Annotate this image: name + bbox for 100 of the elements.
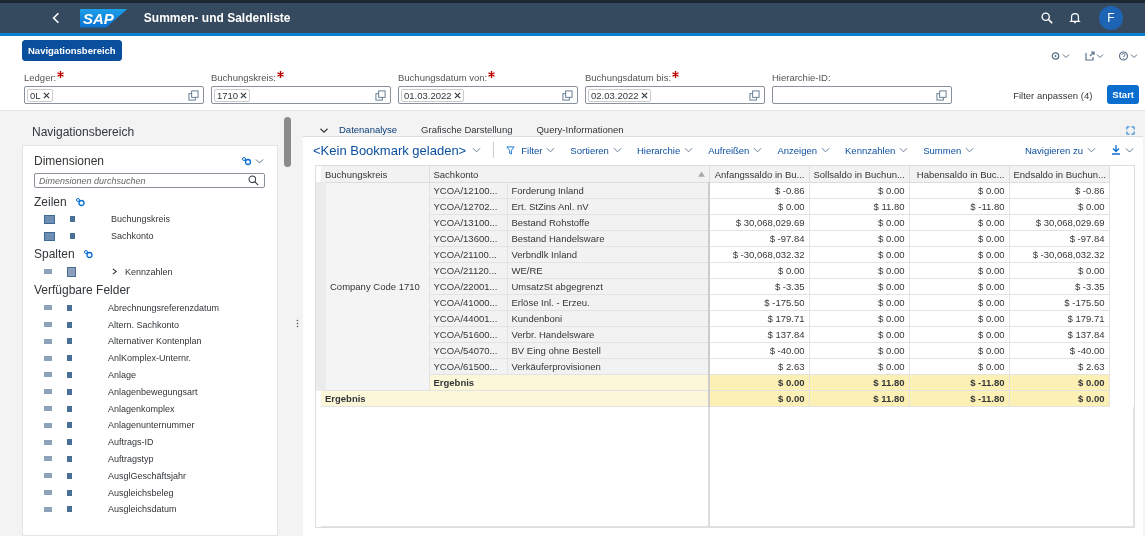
rows-icon[interactable] [44, 305, 52, 311]
expand-icon[interactable] [111, 268, 118, 276]
rows-icon[interactable] [44, 214, 55, 224]
input-field[interactable] [772, 86, 952, 104]
column-header[interactable]: Endsaldo in Buchun... [1009, 166, 1109, 183]
back-icon[interactable] [52, 12, 60, 24]
menu-button[interactable]: Navigieren zu [1024, 144, 1096, 156]
rows-icon[interactable] [44, 456, 52, 462]
rows-icon[interactable] [44, 439, 52, 445]
columns-icon[interactable] [67, 355, 72, 362]
field-item[interactable]: Abrechnungsreferenzdatum [108, 302, 220, 313]
field-item[interactable]: Auftrags-ID [108, 437, 154, 448]
column-header[interactable]: Habensaldo in Buc... [909, 166, 1009, 183]
settings-icon[interactable] [241, 156, 265, 166]
rows-icon[interactable] [44, 338, 52, 344]
value-help-icon[interactable] [188, 89, 199, 101]
rows-icon[interactable] [44, 473, 52, 479]
column-header[interactable]: Sachkonto [433, 168, 479, 180]
columns-icon[interactable] [67, 455, 72, 462]
column-header[interactable]: Sollsaldo in Buchun... [809, 166, 909, 183]
columns-icon[interactable] [67, 439, 72, 446]
field-item[interactable]: AnlKomplex-Unternr. [108, 353, 192, 364]
value-help-icon[interactable] [375, 89, 386, 101]
columns-icon[interactable] [70, 233, 75, 240]
menu-button[interactable]: Sortieren [570, 144, 622, 156]
columns-icon[interactable] [67, 321, 72, 328]
columns-icon[interactable] [67, 506, 72, 513]
input-field[interactable]: 0L [24, 86, 204, 104]
adapt-filters-link[interactable]: Filter anpassen (4) [1013, 90, 1093, 101]
rows-icon[interactable] [44, 355, 52, 361]
share-icon[interactable] [1085, 50, 1105, 61]
settings-icon[interactable] [82, 249, 93, 260]
field-item[interactable]: Anlagenunternummer [108, 420, 195, 431]
value-help-icon[interactable] [749, 89, 760, 101]
value-help-icon[interactable] [562, 89, 573, 101]
rows-icon[interactable] [44, 389, 52, 395]
bookmark-selector[interactable]: <Kein Bookmark geladen> [313, 142, 467, 158]
rows-icon[interactable] [44, 506, 52, 512]
collapse-icon[interactable] [319, 126, 329, 134]
token[interactable]: 0L [27, 88, 53, 102]
columns-icon[interactable] [67, 338, 72, 345]
columns-icon[interactable] [67, 388, 72, 395]
settings-icon[interactable] [1051, 50, 1071, 61]
field-item[interactable]: Kennzahlen [125, 267, 173, 277]
field-item[interactable]: Anlagenbewegungsart [108, 386, 198, 397]
value-help-icon[interactable] [936, 89, 947, 101]
rows-icon[interactable] [44, 372, 52, 378]
field-item[interactable]: Ausgleichsbeleg [108, 487, 174, 498]
columns-icon[interactable] [67, 472, 72, 479]
menu-button[interactable]: Summen [923, 144, 975, 156]
token[interactable]: 1710 [214, 88, 251, 102]
rows-icon[interactable] [44, 406, 52, 412]
menu-button[interactable]: Kennzahlen [845, 144, 909, 156]
menu-button[interactable]: Filter [521, 144, 556, 156]
rows-icon[interactable] [44, 269, 52, 275]
scrollbar-thumb[interactable] [284, 117, 291, 167]
columns-icon[interactable] [70, 216, 75, 223]
close-icon[interactable] [42, 91, 50, 99]
columns-icon[interactable] [67, 405, 72, 412]
settings-icon[interactable] [74, 196, 85, 207]
field-item[interactable]: Auftragstyp [108, 453, 154, 464]
search-field[interactable]: Dimensionen durchsuchen [34, 173, 265, 188]
tab[interactable]: Grafische Darstellung [421, 120, 513, 140]
token[interactable]: 01.03.2022 [401, 88, 464, 102]
close-icon[interactable] [640, 91, 648, 99]
avatar[interactable]: F [1099, 6, 1123, 30]
columns-icon[interactable] [67, 422, 72, 429]
column-header[interactable]: Anfangssaldo in Bu... [709, 166, 809, 183]
columns-icon[interactable] [67, 489, 72, 496]
field-item[interactable]: Buchungskreis [111, 214, 171, 225]
field-item[interactable]: Sachkonto [111, 231, 154, 242]
field-item[interactable]: Anlage [108, 369, 137, 380]
tab[interactable]: Query-Informationen [536, 120, 624, 140]
columns-icon[interactable] [67, 304, 72, 311]
navigation-area-button[interactable]: Navigationsbereich [22, 40, 122, 61]
bell-icon[interactable] [1069, 12, 1081, 24]
filter-icon[interactable] [506, 145, 516, 155]
start-button[interactable]: Start [1107, 85, 1139, 104]
search-icon[interactable] [1041, 12, 1053, 24]
rows-icon[interactable] [44, 490, 52, 496]
search-icon[interactable] [248, 175, 259, 186]
field-item[interactable]: Anlagenkomplex [108, 403, 175, 414]
help-icon[interactable] [1119, 50, 1139, 61]
menu-button[interactable]: Anzeigen [777, 144, 830, 156]
rows-icon[interactable] [44, 322, 52, 328]
field-item[interactable]: Alternativer Kontenplan [108, 336, 202, 347]
columns-icon[interactable] [67, 371, 72, 378]
close-icon[interactable] [453, 91, 461, 99]
input-field[interactable]: 1710 [211, 86, 391, 104]
menu-button[interactable]: Aufreißen [708, 144, 763, 156]
field-item[interactable]: Altern. Sachkonto [108, 319, 180, 330]
rows-icon[interactable] [44, 231, 55, 241]
menu-button[interactable]: Hierarchie [636, 144, 694, 156]
rows-icon[interactable] [44, 422, 52, 428]
close-icon[interactable] [240, 91, 248, 99]
field-item[interactable]: AusglGeschäftsjahr [108, 470, 187, 481]
input-field[interactable]: 02.03.2022 [585, 86, 765, 104]
token[interactable]: 02.03.2022 [588, 88, 651, 102]
field-item[interactable]: Ausgleichsdatum [108, 504, 177, 515]
column-header[interactable]: Buchungskreis [321, 166, 429, 183]
